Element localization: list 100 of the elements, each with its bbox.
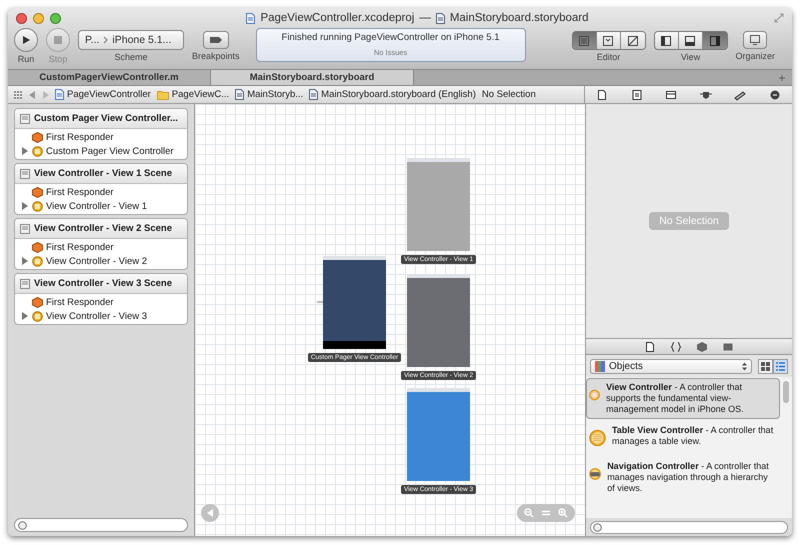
equals-icon	[542, 509, 550, 517]
back-icon[interactable]	[29, 90, 36, 98]
scene-icon	[20, 224, 30, 234]
page-control-bar	[323, 341, 386, 349]
controller-icon	[32, 256, 43, 266]
run-button[interactable]	[14, 28, 38, 52]
fullscreen-icon[interactable]	[774, 13, 784, 23]
filter-icon	[593, 522, 602, 532]
breadcrumb[interactable]: No Selection	[482, 89, 536, 100]
filter-field[interactable]	[14, 518, 188, 532]
scene-screen[interactable]	[323, 256, 386, 349]
breakpoints-label: Breakpoints	[192, 51, 240, 61]
grid-icon	[761, 362, 770, 370]
disclosure-triangle[interactable]	[21, 147, 29, 155]
bottom-panel-icon	[684, 34, 696, 46]
library-filter-field[interactable]	[590, 520, 788, 534]
breadcrumb[interactable]: MainStoryboard.storyboard (English)	[309, 89, 476, 100]
organizer-button[interactable]	[743, 31, 768, 49]
organizer-icon	[750, 35, 760, 45]
disclosure-triangle[interactable]	[21, 202, 29, 210]
editor-tab[interactable]: MainStoryboard.storyboard	[211, 70, 414, 85]
breadcrumb[interactable]: PageViewC...	[156, 89, 230, 100]
zoom-in-icon	[558, 508, 568, 518]
file-inspector-icon	[596, 88, 608, 100]
scene-icon	[20, 278, 30, 288]
disclosure-triangle[interactable]	[21, 312, 29, 320]
close-button[interactable]	[16, 12, 27, 24]
controller-icon	[32, 146, 43, 156]
editor-mode-button[interactable]	[620, 32, 645, 49]
braces-icon	[670, 340, 682, 352]
document-icon	[246, 12, 256, 24]
status-text: Finished running PageViewController on iPhone 5.1	[282, 32, 500, 43]
document-icon	[235, 89, 244, 100]
grid-view-button[interactable]	[758, 358, 773, 374]
document-icon	[436, 12, 445, 24]
view-label: View	[680, 52, 700, 62]
left-arrow-icon	[206, 509, 214, 517]
folder-icon	[156, 90, 169, 100]
stop-icon	[54, 36, 62, 44]
scheme-label: Scheme	[114, 52, 148, 62]
outline-item[interactable]: First Responder	[46, 296, 114, 308]
library-item[interactable]: Navigation Controller - A controller that manages navigation through a hierarchy of views.	[586, 457, 780, 498]
document-icon	[309, 89, 318, 100]
play-icon	[21, 35, 31, 45]
window-title: PageViewController.xcodeproj	[260, 12, 414, 24]
scheme-popup[interactable]: P... iPhone 5.1...	[78, 30, 184, 50]
library-item[interactable]: View Controller - A controller that supports the fundamental view-management model in iPhone OS.	[586, 378, 780, 419]
ruler-icon	[734, 88, 746, 100]
lines-icon	[578, 34, 590, 46]
editor-label: Editor	[596, 52, 620, 62]
chevron-icon	[103, 36, 108, 44]
list-icon	[776, 362, 785, 370]
minimize-button[interactable]	[33, 12, 44, 24]
filter-icon	[18, 520, 27, 530]
right-panel-icon	[708, 34, 721, 46]
editor-mode-button[interactable]	[596, 32, 621, 49]
no-selection-label: No Selection	[649, 212, 729, 230]
view-toggle-button[interactable]	[654, 32, 679, 49]
compare-icon	[626, 34, 639, 46]
breadcrumb[interactable]: MainStoryb...	[235, 89, 304, 100]
library-item-text: Table View Controller - A controller that manages a table view.	[612, 425, 774, 447]
document-icon	[55, 89, 64, 100]
stop-label: Stop	[48, 54, 68, 64]
cube-icon	[32, 186, 43, 198]
objects-icon	[595, 360, 605, 372]
window-title: MainStoryboard.storyboard	[450, 12, 589, 24]
cube-icon	[32, 242, 43, 252]
scene-icon	[20, 114, 30, 124]
cube-icon	[32, 296, 43, 308]
organizer-label: Organizer	[736, 51, 776, 61]
library-item-text: View Controller - A controller that supports the fundamental view-management model in iPhone OS.	[606, 382, 745, 415]
breakpoint-icon	[210, 37, 222, 43]
grid-icon[interactable]	[14, 90, 23, 98]
run-label: Run	[18, 54, 34, 64]
breadcrumb[interactable]: PageViewController	[55, 89, 151, 100]
outline-item[interactable]: View Controller - View 1	[46, 200, 148, 212]
outline-item[interactable]: View Controller - View 2	[46, 256, 148, 266]
outline-item[interactable]: First Responder	[46, 186, 114, 198]
view-toggle-button[interactable]	[702, 32, 727, 49]
outline-item[interactable]: First Responder	[46, 242, 114, 252]
view-toggle-button[interactable]	[678, 32, 703, 49]
scene-icon	[20, 168, 30, 178]
controller-icon	[32, 200, 43, 212]
zoom-button[interactable]	[50, 12, 61, 24]
list-view-button[interactable]	[773, 358, 788, 374]
cube-icon	[32, 132, 43, 142]
zoom-out-icon	[524, 508, 534, 518]
stepper-icon	[742, 362, 747, 370]
library-item-text: Navigation Controller - A controller that manages navigation through a hierarchy of views.	[607, 461, 770, 494]
library-item[interactable]: Table View Controller - A controller that manages a table view.	[586, 421, 780, 455]
scroll-thumb[interactable]	[783, 381, 789, 403]
outline-item[interactable]: First Responder	[46, 132, 114, 142]
outline-item[interactable]: Custom Pager View Controller	[46, 146, 174, 156]
library-popup[interactable]: Objects	[590, 358, 752, 374]
media-icon	[722, 340, 734, 352]
controller-icon	[32, 310, 43, 322]
outline-item[interactable]: View Controller - View 3	[46, 310, 148, 322]
breakpoints-button[interactable]	[202, 31, 229, 49]
disclosure-triangle[interactable]	[21, 257, 29, 265]
editor-tab[interactable]: CustomPagerViewController.m	[8, 70, 211, 85]
